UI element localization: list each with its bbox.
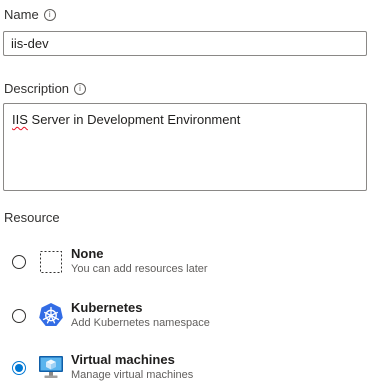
description-label-text: Description	[4, 81, 70, 96]
option-title: None	[71, 246, 104, 261]
description-text: Server in Development Environment	[27, 112, 241, 127]
spellcheck-word: IIS	[12, 112, 28, 127]
option-title: Virtual machines	[71, 352, 175, 367]
info-icon[interactable]: i	[74, 82, 87, 95]
description-textarea[interactable]: IIS Server in Development Environment	[3, 103, 367, 191]
dashed-box-icon	[40, 251, 62, 273]
option-title: Kubernetes	[71, 300, 143, 315]
kubernetes-icon	[39, 303, 63, 326]
option-subtitle: You can add resources later	[71, 263, 208, 275]
option-subtitle: Manage virtual machines	[71, 369, 194, 381]
option-subtitle: Add Kubernetes namespace	[71, 317, 210, 329]
description-label: Description i	[4, 81, 87, 96]
name-input[interactable]	[3, 31, 367, 56]
radio-kubernetes[interactable]	[12, 309, 26, 323]
resource-label: Resource	[4, 210, 60, 225]
name-label: Name i	[4, 7, 56, 22]
radio-virtual-machines[interactable]	[12, 361, 26, 375]
info-icon[interactable]: i	[43, 8, 56, 21]
resource-option-kubernetes[interactable]: Kubernetes Add Kubernetes namespace	[0, 298, 370, 338]
resource-option-none[interactable]: None You can add resources later	[0, 244, 370, 284]
environment-form: Name i Description i IIS Server in Devel…	[0, 0, 375, 382]
resource-option-virtual-machines[interactable]: Virtual machines Manage virtual machines	[0, 350, 370, 382]
virtual-machine-icon	[39, 356, 63, 378]
resource-label-text: Resource	[4, 210, 60, 225]
name-label-text: Name	[4, 7, 39, 22]
radio-none[interactable]	[12, 255, 26, 269]
